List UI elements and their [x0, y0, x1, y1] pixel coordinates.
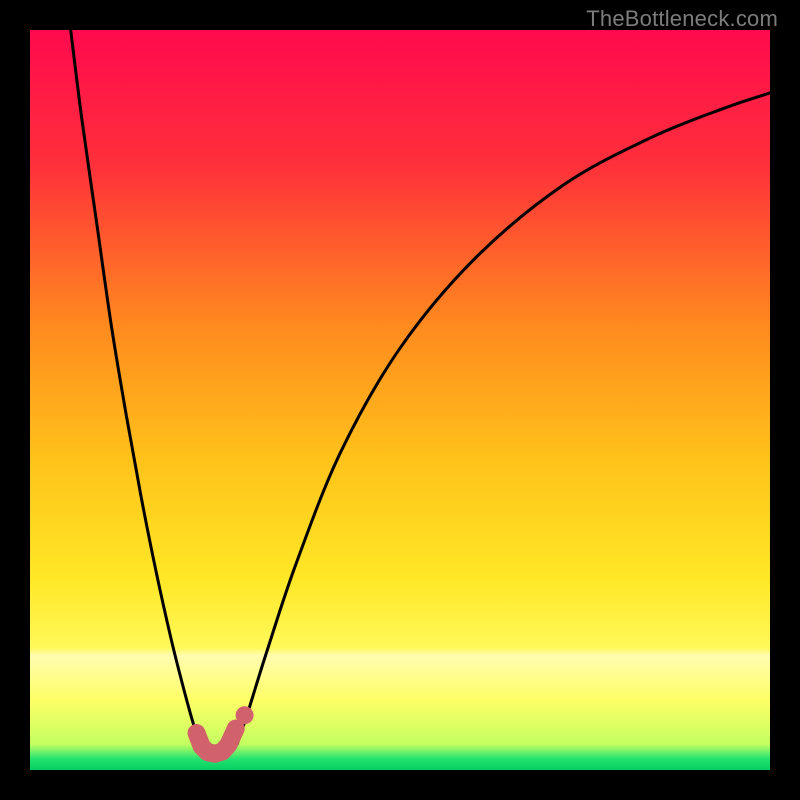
valley-marker: [197, 729, 236, 754]
right-branch-curve: [237, 93, 770, 744]
valley-marker-dot: [236, 706, 254, 724]
plot-area: [30, 30, 770, 770]
chart-frame: TheBottleneck.com: [0, 0, 800, 800]
watermark-text: TheBottleneck.com: [586, 6, 778, 32]
left-branch-curve: [71, 30, 202, 749]
curve-layer: [30, 30, 770, 770]
